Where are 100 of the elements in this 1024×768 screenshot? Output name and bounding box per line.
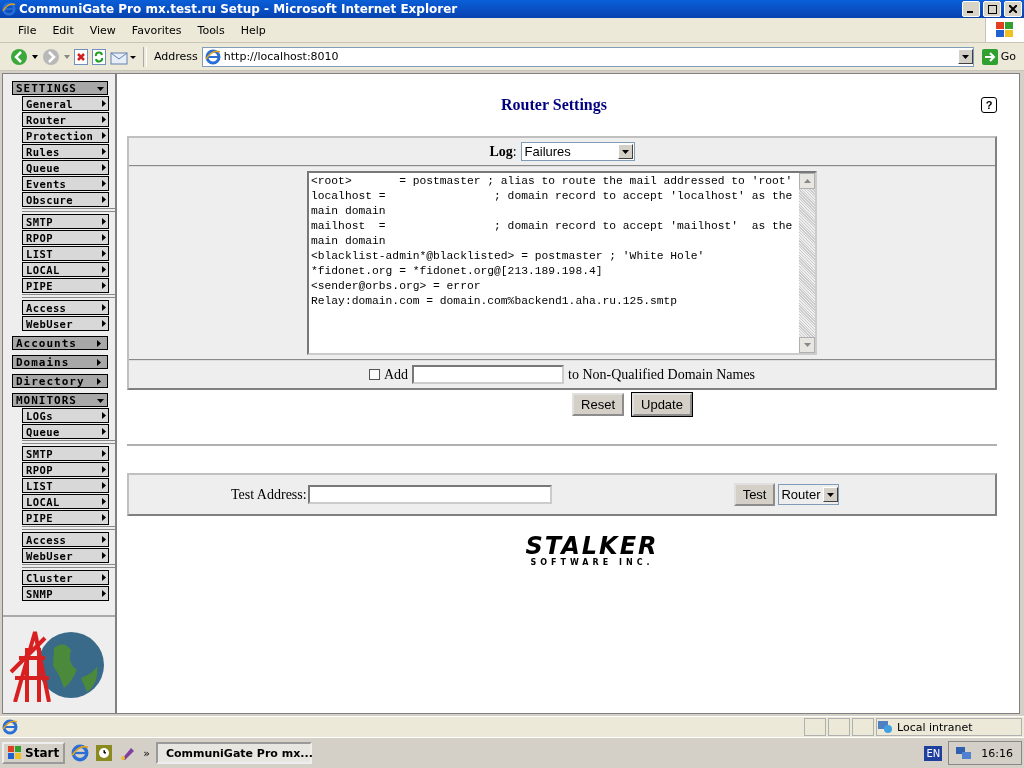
nav-item[interactable]: LIST: [22, 246, 109, 261]
nav-item[interactable]: Events: [22, 176, 109, 191]
nav-item[interactable]: Access: [22, 300, 109, 315]
nav-item[interactable]: PIPE: [22, 510, 109, 525]
stop-icon[interactable]: [74, 48, 88, 65]
address-field[interactable]: http://localhost:8010: [201, 46, 974, 67]
nav-item[interactable]: Protection: [22, 128, 109, 143]
nav-item[interactable]: SNMP: [22, 586, 109, 601]
caret-icon: [961, 54, 969, 59]
caret-icon: [102, 234, 106, 241]
nav-section[interactable]: Accounts: [12, 336, 108, 350]
rule-line: <blacklist-admin*@blacklisted> = postmaster ; 'White Hole': [311, 249, 706, 264]
nav-item[interactable]: RPOP: [22, 462, 109, 477]
form-button[interactable]: Reset: [572, 393, 624, 416]
up-arrow-icon: [803, 179, 811, 183]
caret-icon: [102, 148, 106, 155]
network-icon[interactable]: [955, 745, 974, 761]
nav-item[interactable]: LOCAL: [22, 494, 109, 509]
page-title: Router Settings: [500, 96, 608, 114]
browser-icon: [71, 744, 90, 762]
more-button[interactable]: »: [143, 746, 150, 760]
menu-item[interactable]: Edit: [44, 23, 82, 37]
test-button[interactable]: Test: [733, 483, 776, 506]
logo-tagline: SOFTWARE INC.: [530, 558, 654, 567]
caret-icon: [102, 466, 106, 473]
clock: 16:16: [981, 746, 1013, 760]
dropdown-button[interactable]: [617, 144, 633, 159]
caret-icon: [97, 339, 104, 347]
status-pane: [828, 718, 850, 736]
nav-item[interactable]: LIST: [22, 478, 109, 493]
caret-icon: [102, 590, 106, 597]
clock-icon[interactable]: [95, 744, 114, 762]
log-select[interactable]: Failures: [520, 142, 635, 161]
nav-item[interactable]: Cluster: [22, 570, 109, 585]
test-address-input[interactable]: [307, 485, 552, 504]
nav-item[interactable]: LOGs: [22, 408, 109, 423]
caret-icon: [102, 428, 106, 435]
start-button[interactable]: Start: [2, 742, 66, 764]
nav-item[interactable]: Obscure: [22, 192, 109, 207]
taskbar-window-button[interactable]: CommuniGate Pro mx...: [155, 742, 312, 764]
rule-line: <root> = postmaster ; alias to route the mail addressed to 'root': [311, 174, 794, 189]
nav-section[interactable]: Directory: [12, 374, 108, 388]
refresh-icon[interactable]: [92, 48, 106, 65]
caret-icon: [102, 282, 106, 289]
close-button[interactable]: [1004, 1, 1022, 17]
caret-icon: [102, 196, 106, 203]
caret-icon: [826, 492, 834, 497]
network-icon: [877, 720, 893, 734]
form-button[interactable]: Update: [632, 393, 692, 416]
nav-item[interactable]: Queue: [22, 160, 109, 175]
nav-item[interactable]: RPOP: [22, 230, 109, 245]
nav-section[interactable]: SETTINGS: [12, 81, 108, 95]
zone-indicator: Local intranet: [876, 718, 1022, 736]
menu-item[interactable]: Favorites: [123, 23, 190, 37]
caret-icon: [102, 536, 106, 543]
menu-item[interactable]: File: [10, 23, 45, 37]
nav-item[interactable]: WebUser: [22, 316, 109, 331]
rule-line: *fidonet.org = *fidonet.org@[213.189.198.4]: [311, 264, 604, 279]
menu-item[interactable]: Help: [232, 23, 274, 37]
close-icon: [1009, 5, 1017, 13]
help-button[interactable]: ?: [981, 97, 997, 113]
caret-icon: [102, 164, 106, 171]
suffix-label: to Non-Qualified Domain Names: [568, 366, 756, 383]
add-checkbox[interactable]: [368, 369, 380, 380]
language-indicator[interactable]: EN: [924, 745, 943, 761]
scrollbar[interactable]: [799, 173, 815, 353]
nav-item[interactable]: PIPE: [22, 278, 109, 293]
windows-flag-icon: [995, 21, 1015, 39]
rules-textarea[interactable]: [307, 171, 817, 355]
test-mode-select[interactable]: Router: [778, 484, 839, 505]
menu-item[interactable]: Tools: [189, 23, 233, 37]
nav-item[interactable]: Queue: [22, 424, 109, 439]
page-icon: [204, 48, 221, 65]
test-label: Test Address:: [231, 486, 307, 503]
domain-input[interactable]: [412, 365, 565, 384]
status-pane: [852, 718, 874, 736]
nav-item[interactable]: WebUser: [22, 548, 109, 563]
nav-item[interactable]: SMTP: [22, 214, 109, 229]
nav-section[interactable]: MONITORS: [12, 393, 108, 407]
caret-icon[interactable]: [32, 54, 38, 59]
dropdown-button[interactable]: [822, 487, 838, 502]
page-icon: [2, 719, 18, 735]
caret-icon: [97, 377, 104, 385]
nav-item[interactable]: Access: [22, 532, 109, 547]
caret-icon: [102, 218, 106, 225]
nav-item[interactable]: LOCAL: [22, 262, 109, 277]
nav-section[interactable]: Domains: [12, 355, 108, 369]
caret-icon: [102, 574, 106, 581]
nav-item[interactable]: Router: [22, 112, 109, 127]
go-button[interactable]: Go: [977, 48, 1024, 65]
minimize-button[interactable]: [962, 1, 980, 17]
dropdown-button[interactable]: [957, 49, 973, 64]
nav-item[interactable]: General: [22, 96, 109, 111]
menu-item[interactable]: View: [81, 23, 124, 37]
nav-item[interactable]: SMTP: [22, 446, 109, 461]
nav-item[interactable]: Rules: [22, 144, 109, 159]
caret-icon: [102, 304, 106, 311]
maximize-button[interactable]: [983, 1, 1001, 17]
maximize-icon: [987, 4, 997, 14]
caret-icon: [102, 482, 106, 489]
